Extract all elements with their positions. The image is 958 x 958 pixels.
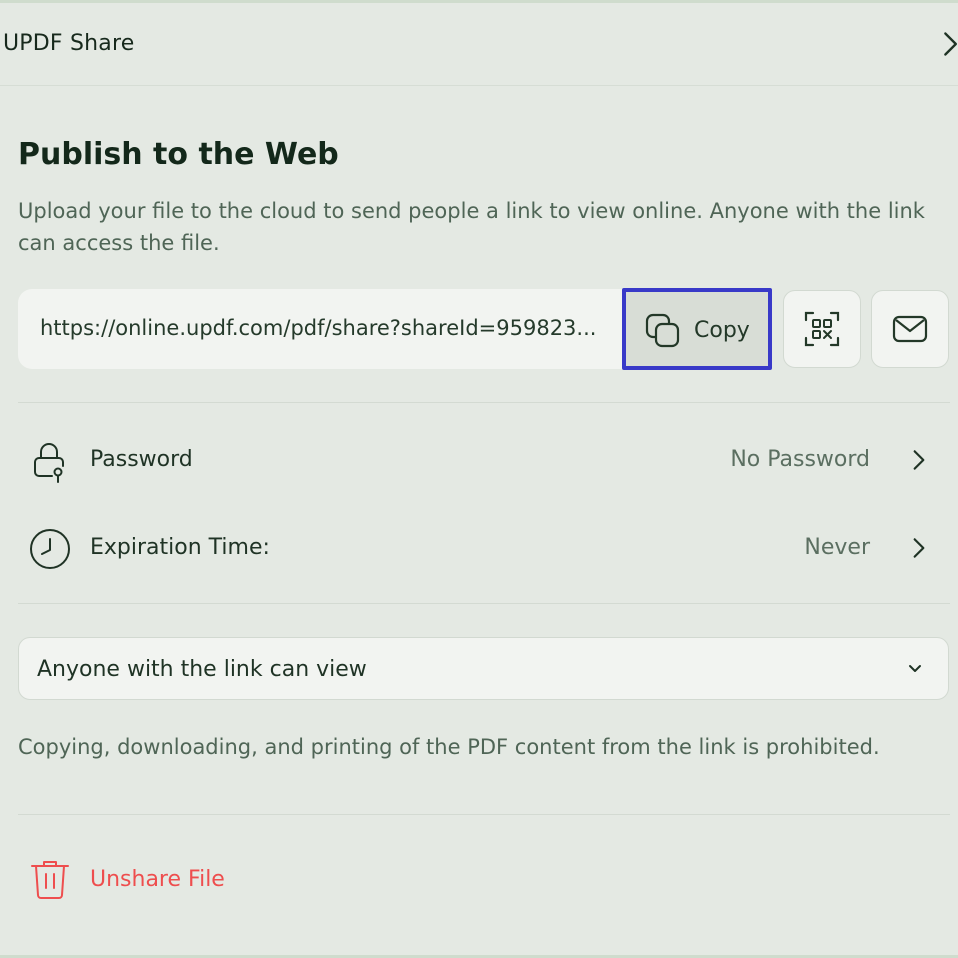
password-value: No Password <box>730 447 870 472</box>
copy-icon <box>645 313 680 348</box>
chevron-right-icon <box>913 450 925 470</box>
expiration-setting-row[interactable]: Expiration Time: Never <box>18 519 950 579</box>
share-panel: UPDF Share Publish to the Web Upload you… <box>0 0 958 958</box>
expiration-label: Expiration Time: <box>90 535 270 560</box>
email-button[interactable] <box>871 290 949 368</box>
clock-icon <box>30 529 70 569</box>
qr-code-button[interactable] <box>783 290 861 368</box>
unshare-file-button[interactable]: Unshare File <box>18 853 278 909</box>
share-link-text: https://online.updf.com/pdf/share?shareI… <box>40 316 597 340</box>
mail-icon <box>892 315 928 343</box>
trash-icon <box>31 861 69 899</box>
publish-description: Upload your file to the cloud to send pe… <box>18 199 925 255</box>
unshare-label: Unshare File <box>90 867 225 892</box>
panel-header: UPDF Share <box>0 3 958 86</box>
qr-code-icon <box>804 311 840 347</box>
divider <box>18 814 950 815</box>
permission-notice: Copying, downloading, and printing of th… <box>18 735 880 759</box>
divider <box>18 402 950 403</box>
chevron-right-icon[interactable] <box>936 30 958 58</box>
header-title: UPDF Share <box>3 31 135 56</box>
page-title: Publish to the Web <box>18 137 339 172</box>
copy-button[interactable]: Copy <box>622 288 772 370</box>
copy-label: Copy <box>694 318 750 343</box>
password-label: Password <box>90 447 193 472</box>
password-setting-row[interactable]: Password No Password <box>18 431 950 491</box>
expiration-value: Never <box>804 535 870 560</box>
chevron-down-icon <box>909 665 921 672</box>
chevron-right-icon <box>913 538 925 558</box>
lock-icon <box>34 443 64 483</box>
permission-select[interactable]: Anyone with the link can view <box>18 637 949 700</box>
permission-selected-value: Anyone with the link can view <box>37 657 367 682</box>
divider <box>18 603 950 604</box>
